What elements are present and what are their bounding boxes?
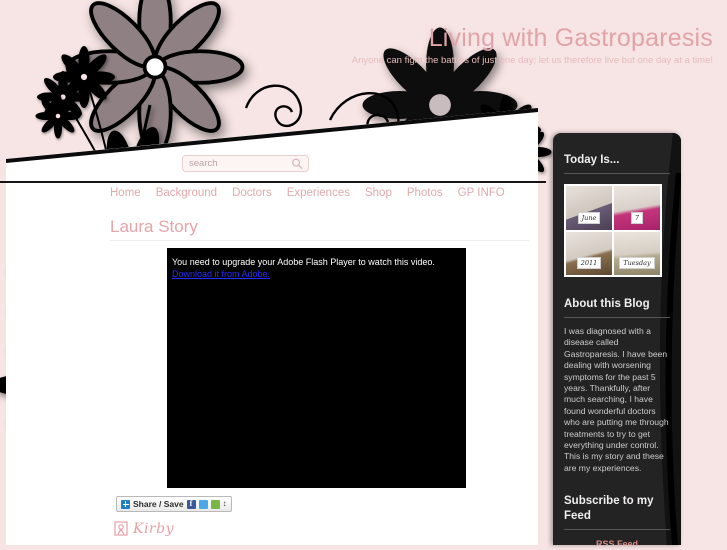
widget-divider bbox=[564, 173, 670, 174]
search-container bbox=[182, 155, 309, 172]
twitter-icon[interactable] bbox=[198, 499, 208, 509]
widget-title-subscribe: Subscribe to my Feed bbox=[564, 495, 654, 523]
signature-name: Kirby bbox=[133, 521, 174, 537]
video-player[interactable]: You need to upgrade your Adobe Flash Pla… bbox=[167, 248, 466, 488]
photo-cell: 7 bbox=[614, 186, 660, 230]
signature-stamp-icon bbox=[114, 521, 128, 536]
author-signature: Kirby bbox=[114, 521, 174, 537]
nav-item-experiences[interactable]: Experiences bbox=[287, 187, 350, 199]
photo-sign-label: 2011 bbox=[576, 257, 602, 269]
widget-title-about: About this Blog bbox=[564, 298, 650, 310]
widget-divider bbox=[564, 529, 670, 531]
flash-download-link[interactable]: Download it from Adobe. bbox=[172, 269, 466, 279]
widget-divider bbox=[564, 317, 670, 318]
photo-sign-label: Tuesday bbox=[619, 257, 655, 269]
search-input[interactable] bbox=[189, 156, 287, 171]
photo-cell: 2011 bbox=[566, 231, 612, 275]
nav-item-home[interactable]: Home bbox=[110, 187, 141, 199]
facebook-icon[interactable] bbox=[186, 499, 196, 509]
main-navigation: Home Background Doctors Experiences Shop… bbox=[110, 187, 505, 199]
rss-feed-link[interactable]: RSS Feed bbox=[564, 539, 670, 545]
post-title: Laura Story bbox=[110, 217, 198, 236]
about-blog-text: I was diagnosed with a disease called Ga… bbox=[564, 326, 669, 473]
flash-upgrade-message: You need to upgrade your Adobe Flash Pla… bbox=[172, 257, 435, 267]
site-tagline: Anyone can fight the battles of just one… bbox=[351, 55, 713, 66]
share-expand-icon[interactable]: ↕ bbox=[223, 500, 227, 508]
photo-sign-label: 7 bbox=[630, 211, 644, 224]
sharethis-icon[interactable] bbox=[210, 499, 220, 509]
sidebar: Today Is... June 7 2011 Tuesday About th… bbox=[553, 133, 681, 545]
nav-item-shop[interactable]: Shop bbox=[365, 187, 392, 199]
nav-item-doctors[interactable]: Doctors bbox=[232, 187, 272, 199]
search-icon[interactable] bbox=[291, 158, 303, 170]
addthis-plus-icon bbox=[121, 499, 130, 509]
page-title: Living with Gastroparesis bbox=[428, 24, 713, 52]
nav-item-photos[interactable]: Photos bbox=[407, 187, 443, 199]
post-title-divider bbox=[110, 240, 529, 241]
photo-sign-label: June bbox=[577, 211, 601, 224]
share-save-label: Share / Save bbox=[133, 499, 184, 509]
photo-cell: June bbox=[566, 186, 612, 230]
search-box[interactable] bbox=[182, 155, 309, 172]
photo-cell: Tuesday bbox=[614, 231, 660, 275]
today-photo-collage[interactable]: June 7 2011 Tuesday bbox=[564, 184, 662, 277]
widget-title-today: Today Is... bbox=[564, 154, 620, 166]
share-save-button[interactable]: Share / Save ↕ bbox=[116, 496, 232, 512]
site-header: Living with Gastroparesis Anyone can fig… bbox=[293, 22, 713, 67]
nav-item-background[interactable]: Background bbox=[156, 187, 217, 199]
nav-item-gp-info[interactable]: GP INFO bbox=[458, 187, 505, 199]
nav-divider bbox=[0, 181, 546, 183]
